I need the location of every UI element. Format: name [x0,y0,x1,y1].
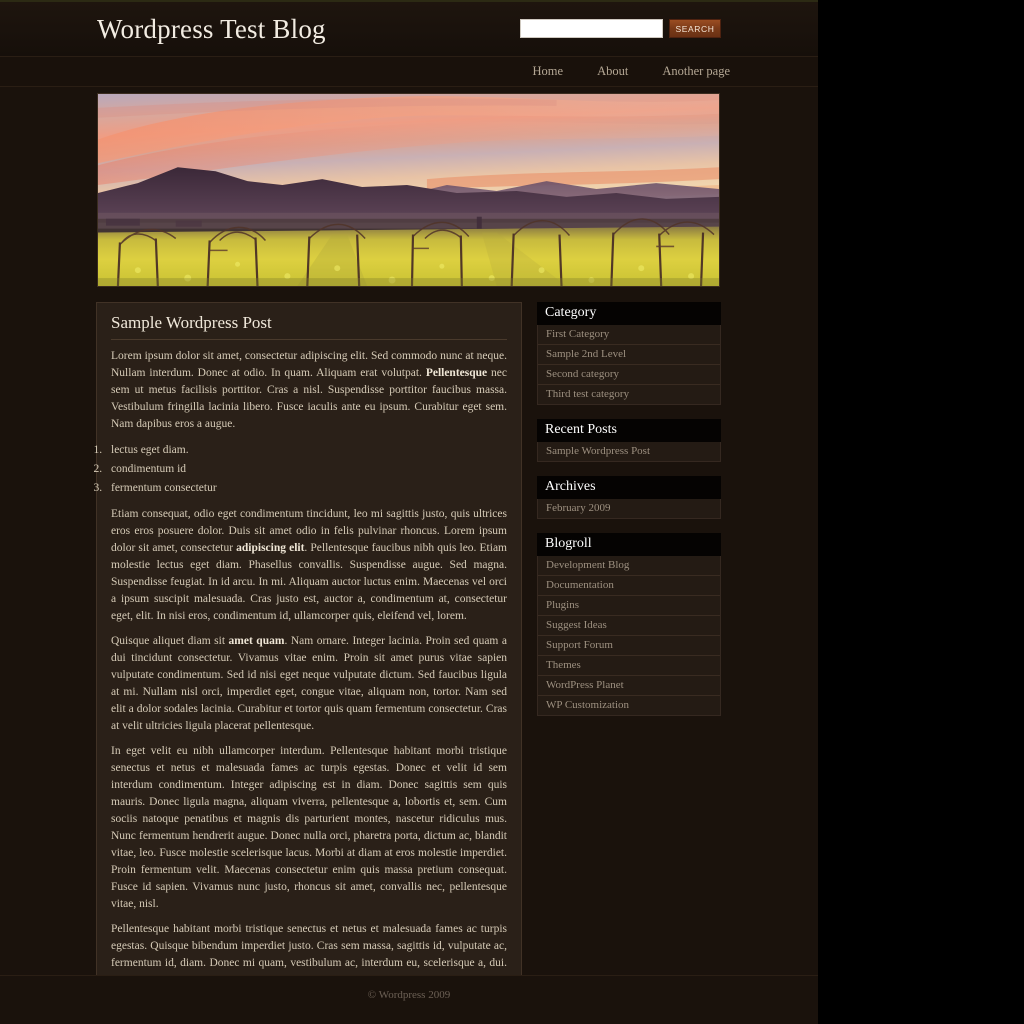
site-footer: © Wordpress 2009 [0,975,818,1024]
list-item[interactable]: Sample Wordpress Post [538,442,720,461]
widget-recent-posts: Recent Posts Sample Wordpress Post [537,419,721,462]
widget-category: Category First Category Sample 2nd Level… [537,302,721,405]
widget-archives: Archives February 2009 [537,476,721,519]
widget-title: Recent Posts [537,419,721,442]
list-item: condimentum id [105,460,507,479]
sidebar-link[interactable]: WordPress Planet [538,676,720,695]
widget-list: First Category Sample 2nd Level Second c… [537,325,721,405]
list-item[interactable]: Sample 2nd Level [538,345,720,365]
p2-text-b: . Pellentesque faucibus nibh quis leo. E… [111,542,507,622]
search-input[interactable] [520,19,663,38]
search-form: SEARCH [520,19,721,38]
list-item[interactable]: Suggest Ideas [538,616,720,636]
list-item[interactable]: Development Blog [538,556,720,576]
sidebar-link[interactable]: Sample 2nd Level [538,345,720,364]
sidebar-link[interactable]: Documentation [538,576,720,595]
post-paragraph-1: Lorem ipsum dolor sit amet, consectetur … [111,348,507,433]
p2-bold: adipiscing elit [236,542,305,554]
post-paragraph-4: In eget velit eu nibh ullamcorper interd… [111,745,507,910]
sidebar-link[interactable]: Plugins [538,596,720,615]
footer-copyright: © Wordpress 2009 [367,989,451,1001]
p3-bold: amet quam [228,635,285,647]
list-item[interactable]: Second category [538,365,720,385]
sidebar-link[interactable]: Development Blog [538,556,720,575]
post-article: Sample Wordpress Post Lorem ipsum dolor … [96,302,522,1024]
list-item[interactable]: Documentation [538,576,720,596]
nav-item-home[interactable]: Home [533,64,564,79]
search-button[interactable]: SEARCH [669,19,721,38]
page-container: Wordpress Test Blog SEARCH Home About An… [0,0,818,1024]
list-item[interactable]: Plugins [538,596,720,616]
sidebar-link[interactable]: WP Customization [538,696,720,715]
p1-bold: Pellentesque [425,367,488,379]
post-paragraph-2: Etiam consequat, odio eget condimentum t… [111,506,507,625]
sidebar-link[interactable]: Support Forum [538,636,720,655]
p3-text-a: Quisque aliquet diam sit [111,635,229,647]
list-item[interactable]: WP Customization [538,696,720,715]
list-item[interactable]: Support Forum [538,636,720,656]
page-title: Wordpress Test Blog [97,14,326,44]
sidebar-link[interactable]: Suggest Ideas [538,616,720,635]
sidebar-link[interactable]: Sample Wordpress Post [538,442,720,461]
widget-list: Development Blog Documentation Plugins S… [537,556,721,716]
widget-title: Archives [537,476,721,499]
p3-text-b: . Nam ornare. Integer lacinia. Proin sed… [111,635,507,732]
widget-list: February 2009 [537,499,721,519]
post-paragraph-3: Quisque aliquet diam sit amet quam. Nam … [111,633,507,735]
widget-list: Sample Wordpress Post [537,442,721,462]
sidebar-link[interactable]: Second category [538,365,720,384]
sidebar-link[interactable]: First Category [538,325,720,344]
site-header: Wordpress Test Blog SEARCH [0,2,818,56]
list-item: fermentum consectetur [105,479,507,498]
widget-title: Category [537,302,721,325]
header-banner [97,93,720,287]
list-item[interactable]: Themes [538,656,720,676]
sidebar-link[interactable]: Themes [538,656,720,675]
nav-item-another-page[interactable]: Another page [662,64,730,79]
post-ordered-list: lectus eget diam. condimentum id ferment… [89,441,507,498]
main-navigation: Home About Another page [0,56,818,87]
list-item: lectus eget diam. [105,441,507,460]
sidebar: Category First Category Sample 2nd Level… [537,302,721,730]
nav-list: Home About Another page [533,57,731,86]
vineyard-sunset-image [98,94,719,286]
widget-blogroll: Blogroll Development Blog Documentation … [537,533,721,716]
list-item[interactable]: February 2009 [538,499,720,518]
post-title: Sample Wordpress Post [111,313,507,340]
nav-item-about[interactable]: About [597,64,628,79]
sidebar-link[interactable]: Third test category [538,385,720,404]
list-item[interactable]: WordPress Planet [538,676,720,696]
list-item[interactable]: Third test category [538,385,720,404]
widget-title: Blogroll [537,533,721,556]
list-item[interactable]: First Category [538,325,720,345]
sidebar-link[interactable]: February 2009 [538,499,720,518]
